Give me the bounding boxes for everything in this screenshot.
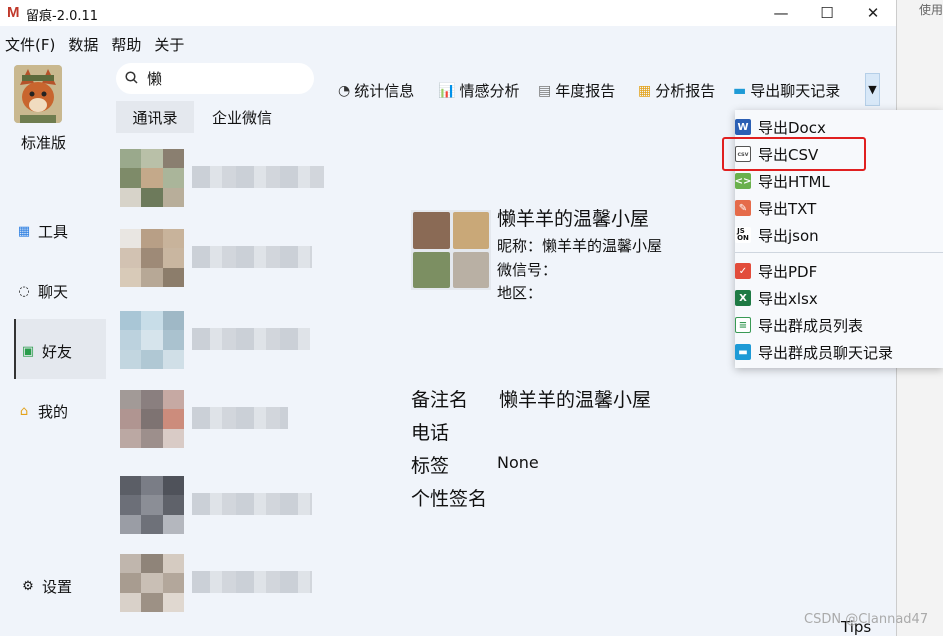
toolbar-sentiment[interactable]: 📊 情感分析 [438,80,519,101]
contact-name-blurred [192,246,312,268]
tag-label: 标签 [411,455,450,477]
nav-friends[interactable]: ▣ 好友 [20,341,72,362]
list-item[interactable] [118,554,318,614]
contact-avatar [120,476,184,534]
export-txt[interactable]: ✎ 导出TXT [735,196,943,220]
toolbar-analysis-report[interactable]: ▦ 分析报告 [638,80,715,101]
menu-separator [735,252,943,253]
calendar-icon: ▤ [538,82,552,99]
app-logo: M [7,4,20,21]
export-group-chat[interactable]: ▬ 导出群成员聊天记录 [735,340,943,364]
folder-icon: ▬ [733,82,747,99]
list-item[interactable] [118,476,318,536]
contact-profile-avatar [411,210,491,290]
nav-settings[interactable]: ⚙ 设置 [20,576,72,597]
tab-wecom[interactable]: 企业微信 [200,101,284,133]
contact-name-blurred [192,328,310,350]
close-button[interactable]: ✕ [850,0,896,26]
list-item[interactable] [118,229,318,289]
tab-contacts[interactable]: 通讯录 [116,101,194,133]
list-item[interactable] [118,311,318,371]
bar-chart-icon: 📊 [438,82,456,99]
caret-down-icon: ▼ [868,83,877,96]
member-list-icon: ≡ [735,317,751,333]
menu-bar: 文件(F) 数据 帮助 关于 [0,28,896,56]
contact-avatar [120,311,184,369]
export-json[interactable]: JS ON 导出json [735,223,943,247]
export-group-members[interactable]: ≡ 导出群成员列表 [735,313,943,337]
minimize-button[interactable]: — [758,0,804,26]
export-xlsx[interactable]: X 导出xlsx [735,286,943,310]
word-icon: W [735,119,751,135]
contact-name-blurred [192,407,288,429]
excel-icon: X [735,290,751,306]
friends-icon: ▣ [21,344,35,359]
watermark: CSDN @Clannad47 [804,612,929,627]
json-icon: JS ON [735,227,751,243]
window-title: 留痕-2.0.11 [26,9,99,24]
nav-my[interactable]: ⌂ 我的 [16,401,68,422]
edition-label: 标准版 [21,134,67,152]
phone-label: 电话 [411,422,450,444]
background-use-label: 使用 [919,3,943,17]
menu-help[interactable]: 帮助 [106,28,149,56]
search-input[interactable]: 懒 [147,68,162,89]
tag-value: None [497,453,539,472]
remark-label: 备注名 [411,389,469,411]
contact-avatar [120,149,184,207]
nav-tools[interactable]: ▦ 工具 [16,221,68,242]
menu-about[interactable]: 关于 [149,28,192,56]
contact-avatar [120,390,184,448]
search-icon [125,70,138,88]
title-bar: M 留痕-2.0.11 — ☐ ✕ [0,0,896,26]
report-icon: ▦ [638,82,652,99]
maximize-button[interactable]: ☐ [804,0,850,26]
contact-avatar [120,229,184,287]
menu-data[interactable]: 数据 [63,28,106,56]
menu-file[interactable]: 文件(F) [0,28,63,56]
export-html[interactable]: <> 导出HTML [735,169,943,193]
remark-value: 懒羊羊的温馨小屋 [499,389,652,411]
txt-icon: ✎ [735,200,751,216]
search-box[interactable]: 懒 [116,63,314,94]
contact-name-blurred [192,571,312,593]
export-dropdown-button[interactable]: ▼ [865,73,880,106]
my-icon: ⌂ [19,404,29,419]
list-item[interactable] [118,149,324,209]
profile-name: 懒羊羊的温馨小屋 [497,208,650,230]
annotation-highlight-box [722,137,866,171]
tool-icon: ▦ [17,224,31,239]
profile-nickname: 昵称：懒羊羊的温馨小屋 [497,237,663,255]
toolbar-export-chat[interactable]: ▬ 导出聊天记录 [733,80,840,101]
list-item[interactable] [118,390,318,450]
profile-region: 地区： [497,284,543,302]
chat-icon: ◌ [18,284,30,299]
contact-name-blurred [192,493,312,515]
pie-chart-icon: ◔ [338,82,351,99]
toolbar-annual-report[interactable]: ▤ 年度报告 [538,80,615,101]
user-avatar[interactable] [14,65,62,123]
pdf-icon: ✓ [735,263,751,279]
toolbar-stats[interactable]: ◔ 统计信息 [338,80,414,101]
contact-avatar [120,554,184,612]
contact-name-blurred [192,166,324,188]
profile-wechat-id: 微信号： [497,261,558,279]
settings-icon: ⚙ [22,579,34,594]
export-docx[interactable]: W 导出Docx [735,115,943,139]
folder-icon: ▬ [735,344,751,360]
signature-label: 个性签名 [411,488,488,510]
nav-chat[interactable]: ◌ 聊天 [16,281,68,302]
export-pdf[interactable]: ✓ 导出PDF [735,259,943,283]
html-icon: <> [735,173,751,189]
